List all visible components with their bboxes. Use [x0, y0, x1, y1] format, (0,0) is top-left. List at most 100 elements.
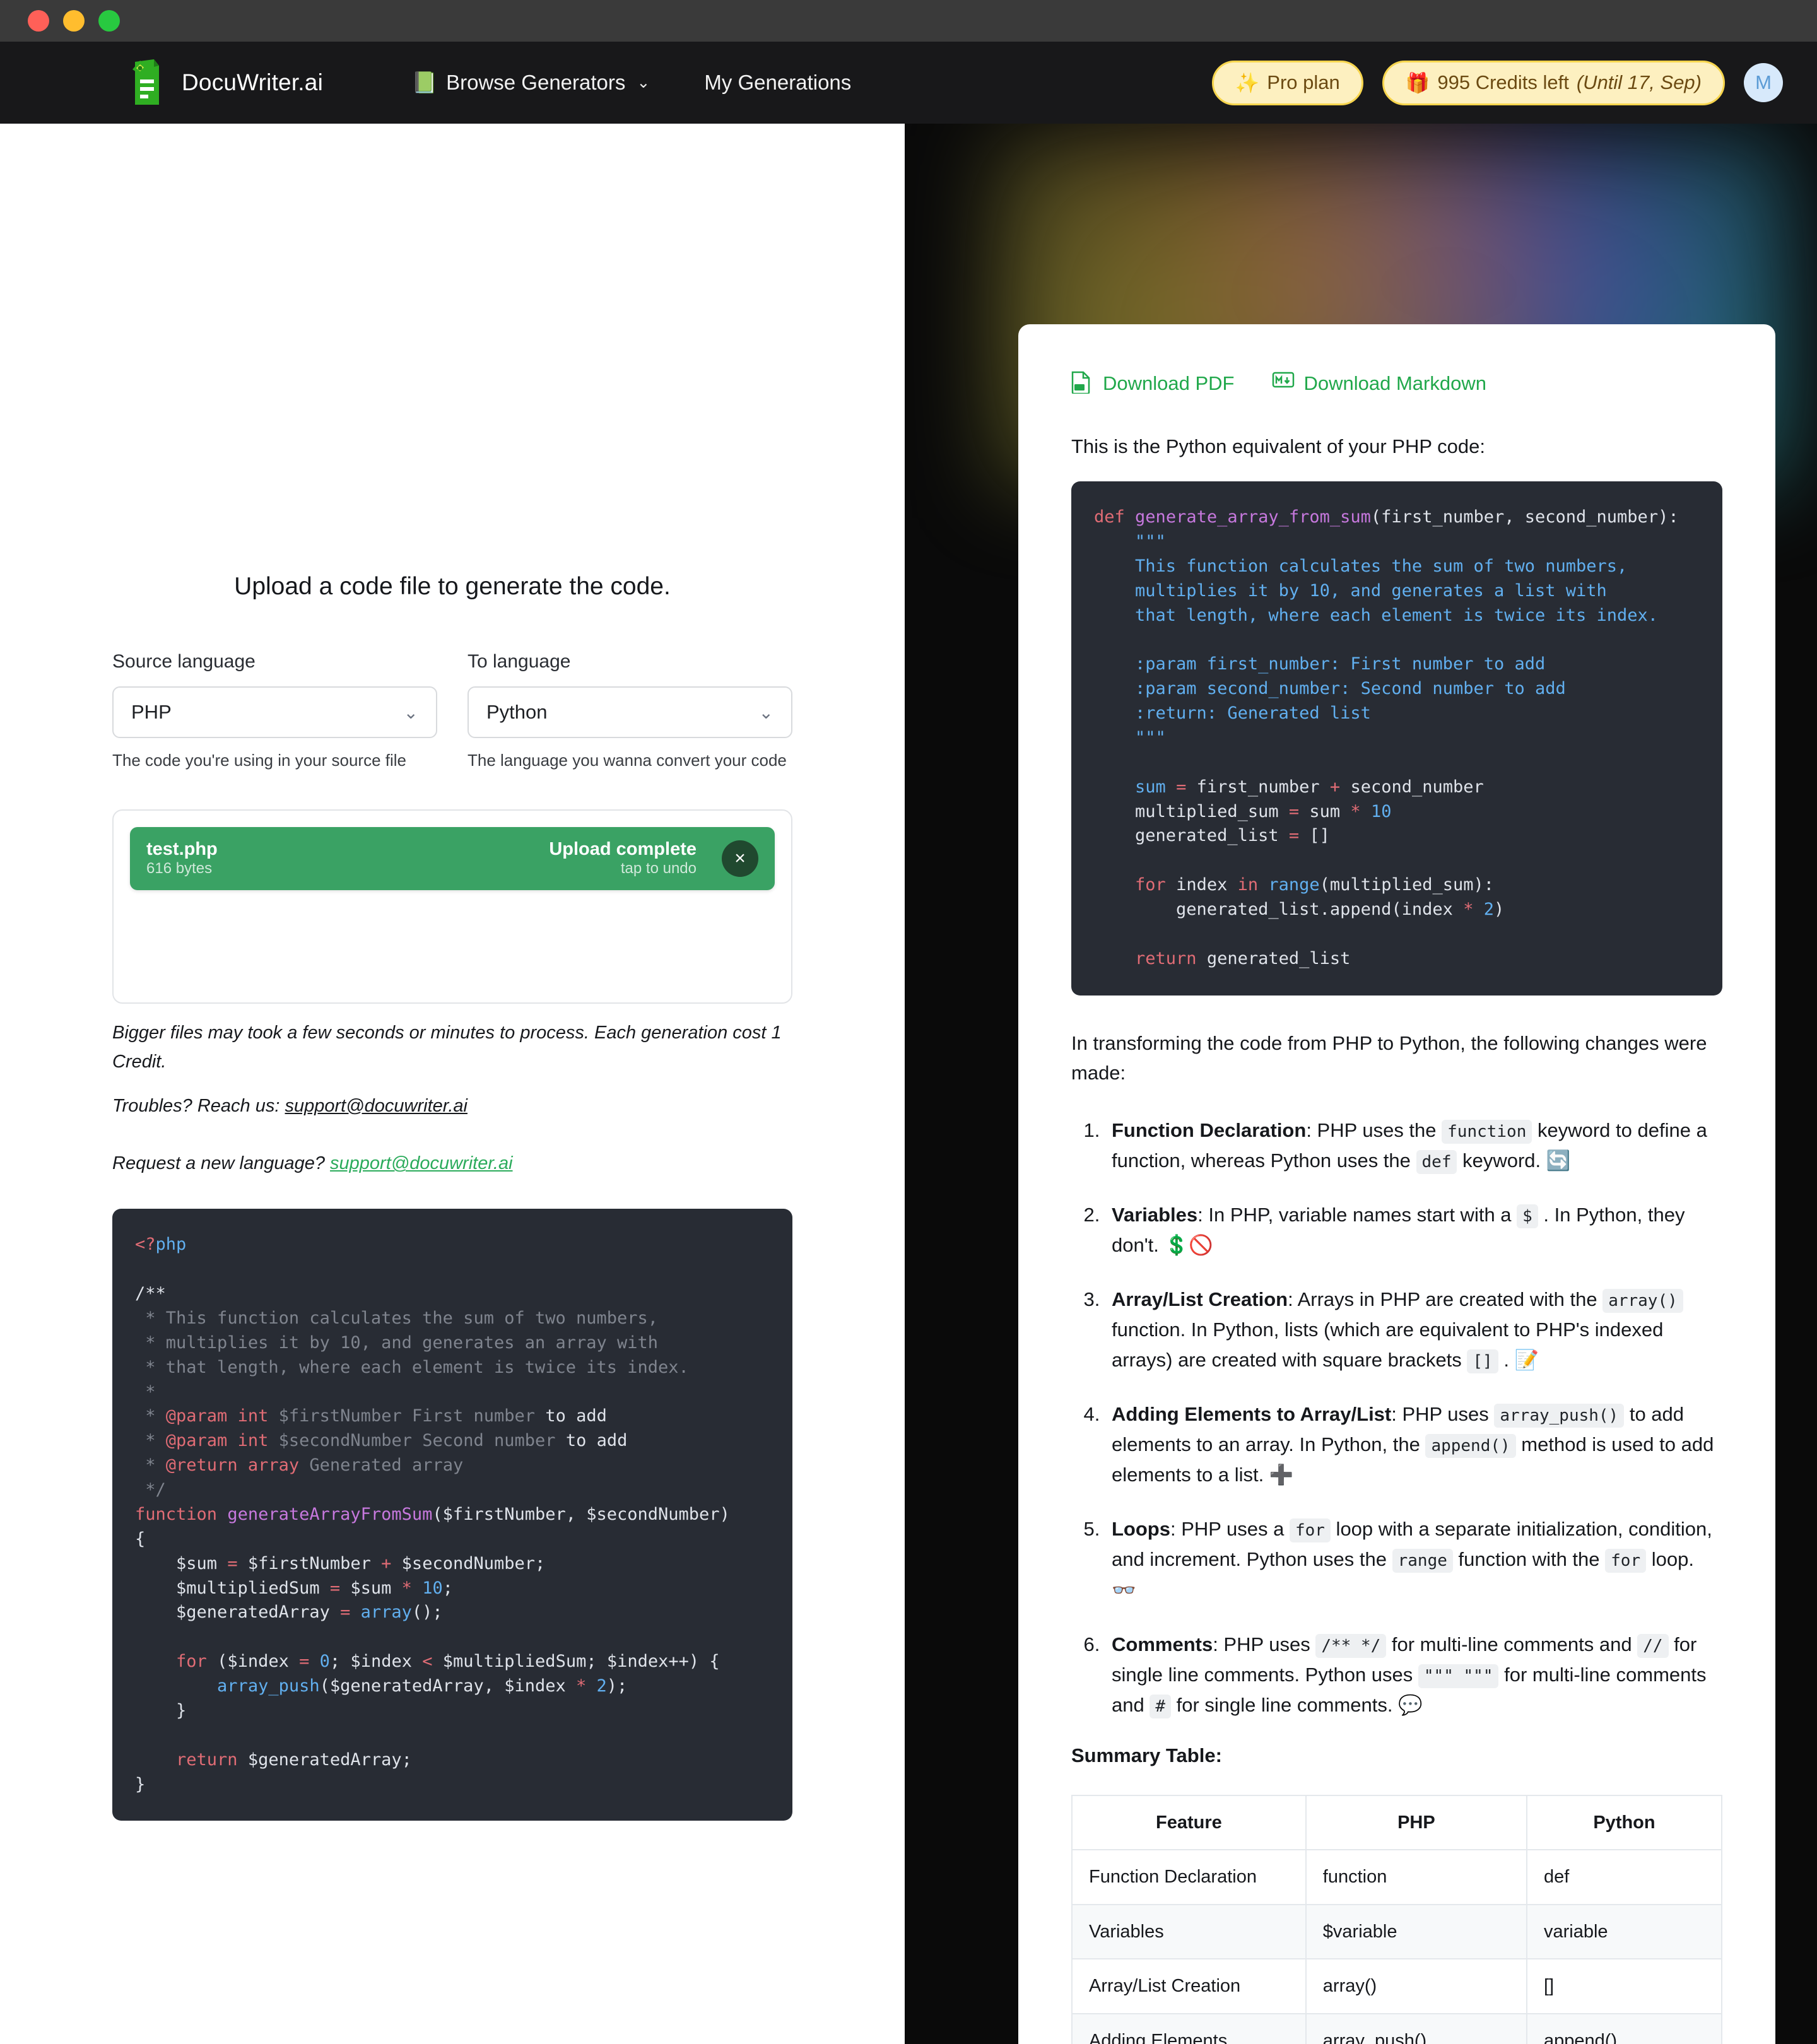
main-nav: 📗 Browse Generators ⌄ My Generations: [411, 71, 851, 95]
summary-table: Feature PHP Python Function Declaration fun…: [1071, 1794, 1723, 2044]
change-item: Variables: In PHP, variable names start …: [1105, 1200, 1722, 1260]
table-row: Array/List Creation array()[]: [1071, 1958, 1723, 2015]
support-email-link[interactable]: support@docuwriter.ai: [285, 1096, 468, 1116]
file-drop-zone[interactable]: test.php 616 bytes Upload complete tap t…: [112, 809, 792, 1004]
table-cell: Function Declaration: [1071, 1849, 1307, 1905]
uploaded-file-name: test.php: [146, 838, 218, 859]
upload-undo-hint: tap to undo: [620, 860, 697, 878]
left-panel: Upload a code file to generate the code.…: [0, 124, 905, 2044]
chevron-down-icon: ⌄: [637, 74, 650, 91]
table-cell: []: [1526, 1958, 1723, 2015]
window-title-bar: [0, 0, 1817, 42]
table-cell: array_push(): [1305, 2013, 1527, 2044]
table-header-row: Feature PHP Python: [1071, 1794, 1723, 1851]
change-title: Adding Elements to Array/List: [1112, 1403, 1392, 1426]
summary-table-body: Function Declaration function def Variables…: [1071, 1849, 1723, 2044]
sparkles-emoji-icon: ✨: [1235, 71, 1260, 94]
table-column-header: Feature: [1071, 1794, 1307, 1851]
table-cell: $variable: [1305, 1903, 1527, 1960]
summary-table-head: Feature PHP Python: [1071, 1794, 1723, 1851]
gift-emoji-icon: 🎁: [1405, 71, 1430, 94]
upload-note-processing: Bigger files may took a few seconds or m…: [112, 1023, 782, 1072]
php-code-text: <?php /** * This function calculates the…: [135, 1235, 730, 1794]
changes-intro: In transforming the code from PHP to Pyt…: [1071, 1031, 1707, 1084]
credits-expiry: (Until 17, Sep): [1576, 71, 1702, 93]
chevron-down-icon: ⌄: [758, 702, 773, 722]
table-cell: Adding Elements: [1071, 2013, 1307, 2044]
main-split: Upload a code file to generate the code.…: [0, 124, 1817, 2044]
table-column-header: PHP: [1305, 1794, 1527, 1851]
app-header: DocuWriter.ai 📗 Browse Generators ⌄ My G…: [0, 42, 1817, 124]
support-note-prefix: Troubles? Reach us:: [112, 1095, 285, 1116]
avatar[interactable]: M: [1744, 63, 1783, 102]
brand-name: DocuWriter.ai: [182, 69, 323, 95]
avatar-initial: M: [1755, 71, 1772, 93]
to-language-select[interactable]: Python ⌄: [467, 686, 792, 738]
nav-my-generations-label: My Generations: [704, 71, 852, 94]
nav-my-generations[interactable]: My Generations: [704, 71, 851, 95]
credits-label: 995 Credits left: [1437, 71, 1569, 93]
request-language-email-link[interactable]: support@docuwriter.ai: [330, 1153, 513, 1173]
upload-note-support: Troubles? Reach us: support@docuwriter.a…: [112, 1092, 792, 1121]
close-window-button[interactable]: [28, 10, 49, 32]
table-row: Variables $variable variable: [1071, 1903, 1723, 1960]
change-item: Adding Elements to Array/List: PHP uses …: [1105, 1399, 1722, 1490]
pro-plan-badge[interactable]: ✨ Pro plan: [1211, 60, 1363, 105]
change-title: Array/List Creation: [1112, 1288, 1288, 1311]
change-item: Loops: PHP uses a for loop with a separa…: [1105, 1514, 1722, 1605]
source-language-help: The code you're using in your source fil…: [112, 751, 406, 770]
brand-logo-link[interactable]: DocuWriter.ai: [126, 58, 323, 107]
change-title: Variables: [1112, 1204, 1198, 1226]
to-language-field: To language Python ⌄ The language you wa…: [467, 651, 792, 770]
page-title: Upload a code file to generate the code.: [234, 573, 671, 600]
change-title: Function Declaration: [1112, 1119, 1307, 1141]
change-title: Loops: [1112, 1518, 1170, 1541]
table-row: Function Declaration function def: [1071, 1849, 1723, 1905]
download-pdf-button[interactable]: Download PDF: [1071, 371, 1234, 396]
to-language-label: To language: [467, 651, 571, 672]
nav-browse-generators[interactable]: 📗 Browse Generators ⌄: [411, 71, 650, 95]
nav-browse-generators-label: Browse Generators: [446, 71, 626, 94]
download-markdown-label: Download Markdown: [1303, 372, 1486, 394]
python-code-text: def generate_array_from_sum(first_number…: [1094, 507, 1679, 968]
remove-file-button[interactable]: ×: [722, 840, 758, 877]
summary-table-title: Summary Table:: [1071, 1744, 1222, 1766]
header-right-group: ✨ Pro plan 🎁 995 Credits left (Until 17,…: [1211, 60, 1783, 105]
credits-badge[interactable]: 🎁 995 Credits left (Until 17, Sep): [1382, 60, 1725, 105]
zoom-window-button[interactable]: [98, 10, 120, 32]
download-markdown-button[interactable]: Download Markdown: [1272, 371, 1486, 396]
change-title: Comments: [1112, 1633, 1213, 1655]
upload-status-group: Upload complete tap to undo: [549, 839, 697, 878]
source-language-value: PHP: [131, 701, 172, 723]
python-equivalent-intro: This is the Python equivalent of your PH…: [1071, 435, 1485, 457]
pro-plan-label: Pro plan: [1267, 71, 1340, 93]
book-emoji-icon: 📗: [411, 70, 438, 94]
table-cell: Variables: [1071, 1903, 1307, 1960]
download-pdf-label: Download PDF: [1103, 372, 1235, 394]
table-column-header: Python: [1526, 1794, 1723, 1851]
download-actions: Download PDF Download Markdown: [1071, 371, 1722, 396]
to-language-value: Python: [486, 701, 548, 723]
close-icon: ×: [734, 848, 746, 869]
docuwriter-logo-icon: [126, 58, 165, 107]
change-item: Comments: PHP uses /** */ for multi-line…: [1105, 1630, 1722, 1720]
uploaded-file-row[interactable]: test.php 616 bytes Upload complete tap t…: [130, 827, 775, 890]
language-fields: Source language PHP ⌄ The code you're us…: [112, 651, 792, 770]
source-language-select[interactable]: PHP ⌄: [112, 686, 437, 738]
table-cell: Array/List Creation: [1071, 1958, 1307, 2015]
request-language-note: Request a new language? support@docuwrit…: [112, 1149, 792, 1178]
table-cell: function: [1305, 1849, 1527, 1905]
to-language-help: The language you wanna convert your code: [467, 751, 787, 770]
request-language-prefix: Request a new language?: [112, 1153, 331, 1174]
minimize-window-button[interactable]: [63, 10, 85, 32]
result-document-card: Download PDF Download Markdown This is t…: [1018, 324, 1775, 2044]
table-cell: array(): [1305, 1958, 1527, 2015]
pdf-file-icon: [1071, 371, 1093, 396]
right-panel: Download PDF Download Markdown This is t…: [905, 124, 1817, 2044]
change-item: Array/List Creation: Arrays in PHP are c…: [1105, 1284, 1722, 1375]
uploaded-file-info: test.php 616 bytes: [146, 839, 218, 878]
uploaded-file-size: 616 bytes: [146, 860, 213, 878]
php-source-code-block: <?php /** * This function calculates the…: [112, 1209, 792, 1821]
chevron-down-icon: ⌄: [403, 702, 418, 722]
source-language-field: Source language PHP ⌄ The code you're us…: [112, 651, 437, 770]
